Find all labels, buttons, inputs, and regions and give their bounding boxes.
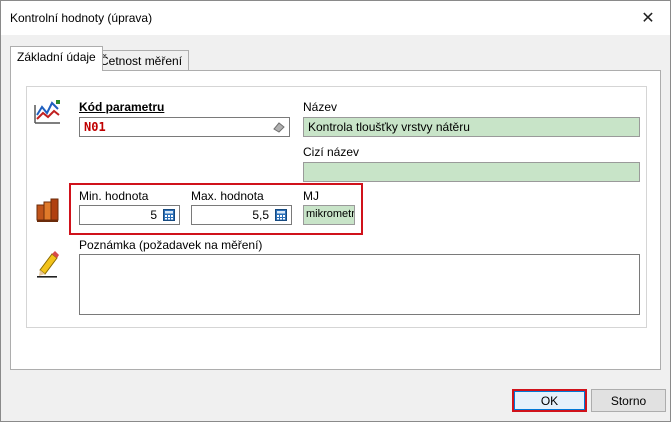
poznamka-textarea[interactable] [79, 254, 640, 315]
max-hodnota-value: 5,5 [252, 208, 269, 222]
books-icon [35, 195, 61, 226]
tab-label: Četnost měření [100, 54, 183, 68]
title-bar: Kontrolní hodnoty (úprava) ✕ [1, 1, 670, 35]
max-hodnota-label: Max. hodnota [191, 189, 264, 203]
close-icon[interactable]: ✕ [636, 7, 660, 29]
chart-icon [32, 97, 62, 130]
kod-parametru-field[interactable]: N01 [79, 117, 290, 137]
eraser-icon[interactable] [271, 120, 287, 134]
cizi-nazev-field[interactable] [303, 162, 640, 182]
mj-label: MJ [303, 189, 319, 203]
poznamka-label: Poznámka (požadavek na měření) [79, 238, 263, 252]
max-hodnota-field[interactable]: 5,5 [191, 205, 292, 225]
tab-cetnost-mereni[interactable]: Četnost měření [93, 50, 190, 72]
nazev-field[interactable]: Kontrola tloušťky vrstvy nátěru [303, 117, 640, 137]
calculator-icon[interactable] [161, 208, 177, 222]
nazev-label: Název [303, 100, 338, 114]
tab-label: Základní údaje [17, 50, 96, 64]
tab-panel: Kód parametru N01 Název Kontrola tloušťk… [10, 70, 661, 370]
min-hodnota-field[interactable]: 5 [79, 205, 180, 225]
dialog-window: Kontrolní hodnoty (úprava) ✕ Základní úd… [0, 0, 671, 422]
window-title: Kontrolní hodnoty (úprava) [10, 11, 153, 25]
ok-button-label: OK [540, 393, 559, 408]
kod-parametru-label: Kód parametru [79, 100, 165, 114]
mj-value: mikrometr [306, 208, 355, 220]
ok-button[interactable]: OK [512, 389, 587, 412]
mj-field[interactable]: mikrometr [303, 205, 355, 225]
tab-zakladni-udaje[interactable]: Základní údaje [10, 46, 103, 71]
storno-button[interactable]: Storno [591, 389, 666, 412]
storno-button-label: Storno [610, 393, 647, 408]
calculator-icon[interactable] [273, 208, 289, 222]
nazev-value: Kontrola tloušťky vrstvy nátěru [308, 120, 470, 134]
min-hodnota-label: Min. hodnota [79, 189, 149, 203]
kod-parametru-value: N01 [84, 120, 106, 134]
pencil-note-icon [36, 250, 60, 281]
min-hodnota-value: 5 [150, 208, 157, 222]
form-group-frame: Kód parametru N01 Název Kontrola tloušťk… [26, 86, 647, 328]
cizi-nazev-label: Cizí název [303, 145, 360, 159]
